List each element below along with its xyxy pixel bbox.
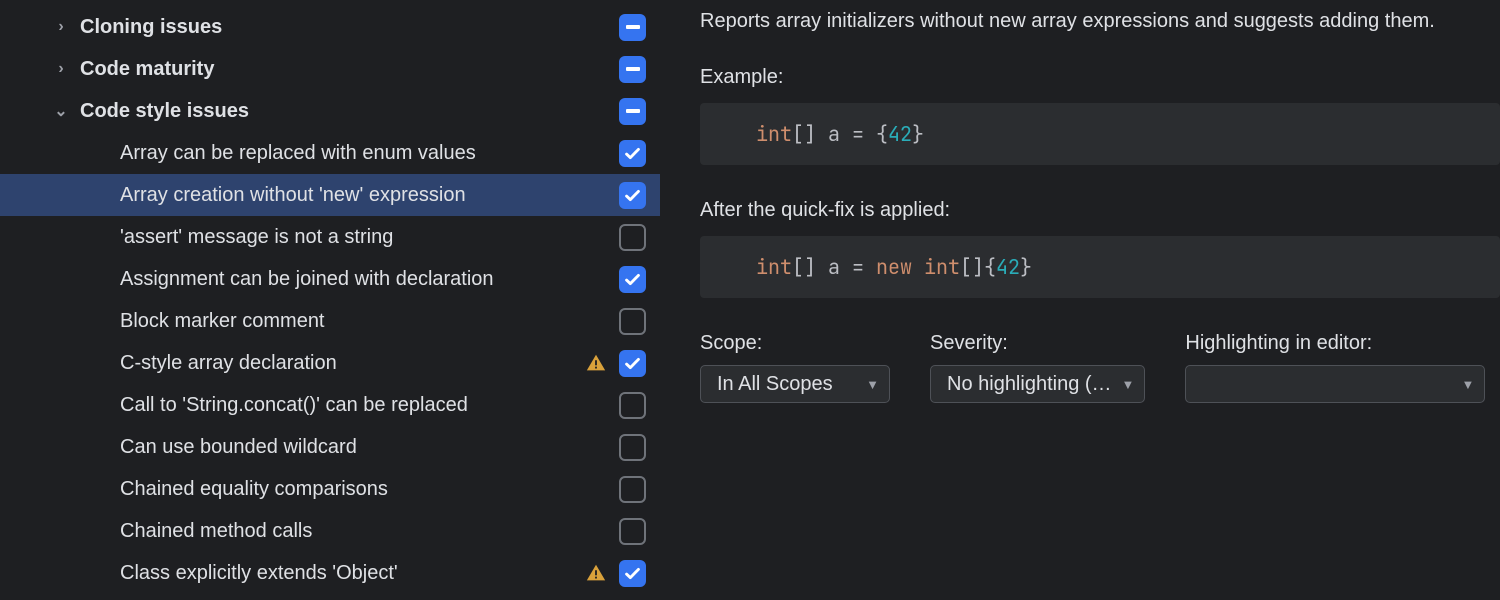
tree-item-label: Class explicitly extends 'Object' [120, 562, 583, 585]
tree-item[interactable]: Array can be replaced with enum values [0, 132, 660, 174]
tree-category-label: Cloning issues [80, 16, 619, 39]
checkbox[interactable] [619, 308, 646, 335]
warning-icon [583, 560, 609, 586]
tree-item[interactable]: Chained method calls [0, 510, 660, 552]
example-code: int[] a = {42} [700, 103, 1500, 165]
after-code: int[] a = new int[]{42} [700, 236, 1500, 298]
tree-item-label: 'assert' message is not a string [120, 226, 619, 249]
chevron-down-icon: ⌄ [50, 101, 72, 121]
after-label: After the quick-fix is applied: [700, 199, 1500, 222]
checkbox[interactable] [619, 518, 646, 545]
tree-item-label: C-style array declaration [120, 352, 583, 375]
checkbox[interactable] [619, 434, 646, 461]
tree-category-label: Code style issues [80, 100, 619, 123]
checkbox[interactable] [619, 98, 646, 125]
tree-item-label: Assignment can be joined with declaratio… [120, 268, 619, 291]
tree-item-label: Chained equality comparisons [120, 478, 619, 501]
scope-combo[interactable]: In All Scopes ▼ [700, 365, 890, 403]
tree-item[interactable]: Block marker comment [0, 300, 660, 342]
tree-item[interactable]: Class explicitly extends 'Object' [0, 552, 660, 594]
chevron-down-icon: ▼ [866, 377, 879, 392]
controls-row: Scope: In All Scopes ▼ Severity: No high… [700, 332, 1500, 403]
warning-icon [583, 350, 609, 376]
example-label: Example: [700, 66, 1500, 89]
tree-item-label: Block marker comment [120, 310, 619, 333]
chevron-down-icon: ▼ [1462, 377, 1475, 392]
tree-item[interactable]: Array creation without 'new' expression [0, 174, 660, 216]
tree-item-label: Call to 'String.concat()' can be replace… [120, 394, 619, 417]
chevron-right-icon: › [50, 18, 72, 36]
chevron-right-icon: › [50, 60, 72, 78]
tree-category-label: Code maturity [80, 58, 619, 81]
tree-item-label: Array can be replaced with enum values [120, 142, 619, 165]
checkbox[interactable] [619, 560, 646, 587]
checkbox[interactable] [619, 392, 646, 419]
severity-combo[interactable]: No highlighting (… ▼ [930, 365, 1145, 403]
tree-item-label: Can use bounded wildcard [120, 436, 619, 459]
tree-item[interactable]: Assignment can be joined with declaratio… [0, 258, 660, 300]
inspection-detail: Reports array initializers without new a… [660, 0, 1500, 600]
checkbox[interactable] [619, 476, 646, 503]
tree-item[interactable]: Chained equality comparisons [0, 468, 660, 510]
highlighting-label: Highlighting in editor: [1185, 332, 1485, 355]
tree-category[interactable]: › Cloning issues [0, 6, 660, 48]
checkbox[interactable] [619, 224, 646, 251]
tree-item-label: Chained method calls [120, 520, 619, 543]
checkbox[interactable] [619, 140, 646, 167]
tree-item[interactable]: 'assert' message is not a string [0, 216, 660, 258]
tree-item-label: Array creation without 'new' expression [120, 184, 619, 207]
checkbox[interactable] [619, 182, 646, 209]
tree-category[interactable]: ⌄ Code style issues [0, 90, 660, 132]
tree-item[interactable]: C-style array declaration [0, 342, 660, 384]
chevron-down-icon: ▼ [1122, 377, 1135, 392]
checkbox[interactable] [619, 14, 646, 41]
inspection-description: Reports array initializers without new a… [700, 6, 1480, 36]
checkbox[interactable] [619, 350, 646, 377]
severity-label: Severity: [930, 332, 1145, 355]
highlighting-combo[interactable]: ▼ [1185, 365, 1485, 403]
tree-item[interactable]: Call to 'String.concat()' can be replace… [0, 384, 660, 426]
inspection-tree: › Cloning issues › Code maturity ⌄ Code style… [0, 0, 660, 600]
scope-label: Scope: [700, 332, 890, 355]
checkbox[interactable] [619, 266, 646, 293]
checkbox[interactable] [619, 56, 646, 83]
tree-category[interactable]: › Code maturity [0, 48, 660, 90]
tree-item[interactable]: Can use bounded wildcard [0, 426, 660, 468]
